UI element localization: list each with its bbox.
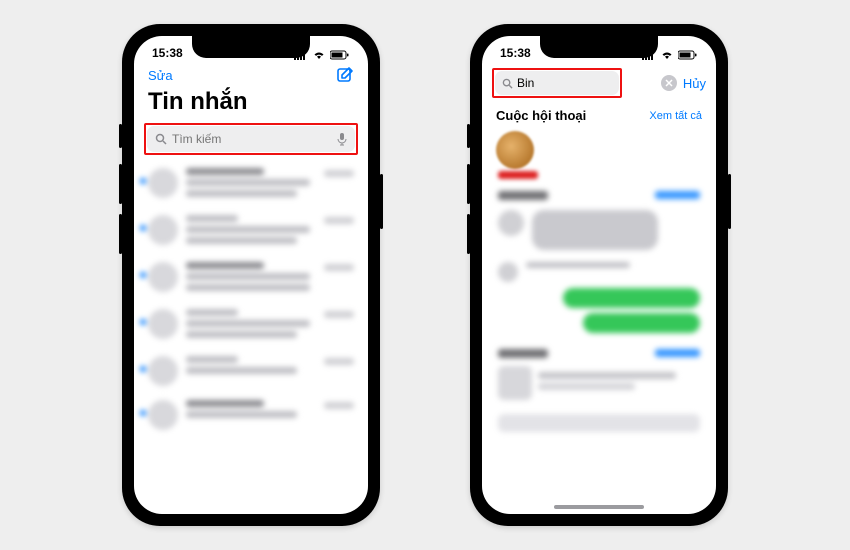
- list-item[interactable]: [140, 302, 362, 349]
- link-thumbnail: [498, 366, 532, 400]
- nav-bar: Sửa: [134, 62, 368, 86]
- avatar: [148, 168, 178, 198]
- phone-mockup-right: 15:38: [470, 24, 728, 526]
- avatar: [498, 210, 524, 236]
- power-button: [728, 174, 731, 229]
- message-bubble-outgoing: [563, 288, 700, 308]
- section-title: Cuộc hội thoại: [496, 108, 586, 123]
- avatar: [498, 262, 518, 282]
- list-item[interactable]: [140, 349, 362, 393]
- search-highlight: [492, 68, 622, 98]
- screen-right: 15:38: [482, 36, 716, 514]
- conversation-name-blurred: [498, 171, 538, 179]
- list-item[interactable]: [140, 393, 362, 437]
- search-icon: [155, 133, 167, 145]
- page-title: Tin nhắn: [134, 86, 368, 120]
- search-highlight: [144, 123, 358, 155]
- message-preview[interactable]: [492, 204, 706, 256]
- list-item[interactable]: [140, 208, 362, 255]
- clear-search-button[interactable]: [661, 75, 677, 91]
- wifi-icon: [660, 50, 674, 60]
- avatar: [148, 400, 178, 430]
- home-indicator[interactable]: [554, 505, 644, 509]
- link-result[interactable]: [492, 362, 706, 404]
- results-blurred: [482, 185, 716, 432]
- search-bar[interactable]: [495, 71, 619, 95]
- battery-icon: [330, 50, 350, 60]
- list-item[interactable]: [140, 255, 362, 302]
- search-row: Hủy: [482, 62, 716, 102]
- compose-icon[interactable]: [336, 66, 354, 84]
- avatar: [148, 356, 178, 386]
- mute-switch: [467, 124, 470, 148]
- avatar: [148, 262, 178, 292]
- message-bubble-incoming: [532, 210, 658, 250]
- section-header-conversations: Cuộc hội thoại Xem tất cả: [482, 102, 716, 127]
- power-button: [380, 174, 383, 229]
- volume-up: [119, 164, 122, 204]
- status-time: 15:38: [152, 46, 183, 60]
- notch: [540, 36, 658, 58]
- search-icon: [502, 78, 513, 89]
- volume-down: [467, 214, 470, 254]
- notch: [192, 36, 310, 58]
- microphone-icon[interactable]: [337, 132, 347, 146]
- phone-mockup-left: 15:38 Sửa Tin nhắn: [122, 24, 380, 526]
- message-preview[interactable]: [492, 256, 706, 288]
- search-input[interactable]: [172, 132, 332, 146]
- volume-up: [467, 164, 470, 204]
- message-bubble-outgoing: [583, 313, 700, 333]
- screen-left: 15:38 Sửa Tin nhắn: [134, 36, 368, 514]
- status-time: 15:38: [500, 46, 531, 60]
- conversation-avatar[interactable]: [496, 131, 534, 169]
- volume-down: [119, 214, 122, 254]
- list-item[interactable]: [140, 161, 362, 208]
- mute-switch: [119, 124, 122, 148]
- search-input[interactable]: [517, 76, 612, 90]
- edit-button[interactable]: Sửa: [148, 68, 173, 83]
- wifi-icon: [312, 50, 326, 60]
- battery-icon: [678, 50, 698, 60]
- cancel-button[interactable]: Hủy: [683, 76, 706, 91]
- see-all-link[interactable]: Xem tất cả: [649, 110, 702, 122]
- message-list-blurred: [134, 161, 368, 437]
- avatar: [148, 215, 178, 245]
- search-bar[interactable]: [147, 126, 355, 152]
- avatar: [148, 309, 178, 339]
